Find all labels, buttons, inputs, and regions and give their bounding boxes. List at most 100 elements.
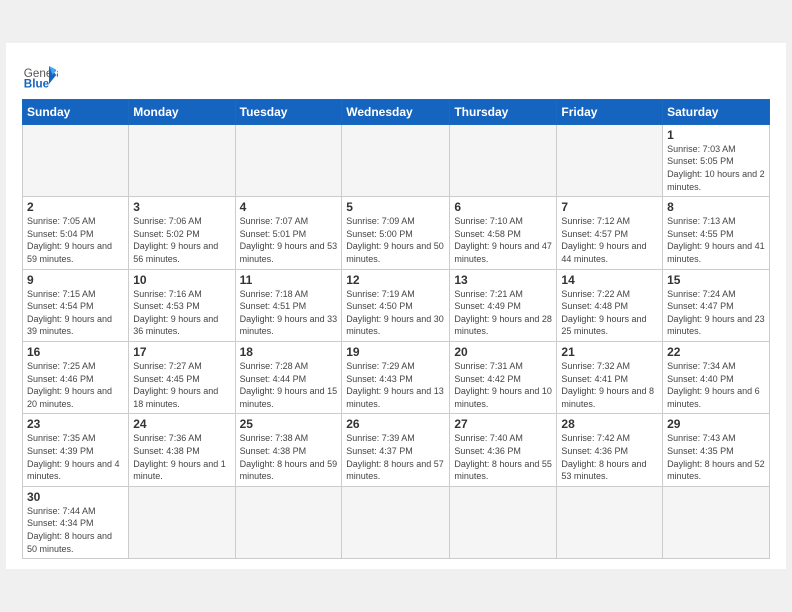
day-info: Sunrise: 7:40 AM Sunset: 4:36 PM Dayligh… xyxy=(454,432,552,482)
weekday-header-row: SundayMondayTuesdayWednesdayThursdayFrid… xyxy=(23,99,770,124)
day-number: 15 xyxy=(667,273,765,287)
day-number: 7 xyxy=(561,200,658,214)
calendar-cell: 16Sunrise: 7:25 AM Sunset: 4:46 PM Dayli… xyxy=(23,342,129,414)
day-info: Sunrise: 7:15 AM Sunset: 4:54 PM Dayligh… xyxy=(27,288,124,338)
day-number: 21 xyxy=(561,345,658,359)
calendar-cell: 23Sunrise: 7:35 AM Sunset: 4:39 PM Dayli… xyxy=(23,414,129,486)
calendar-cell: 1Sunrise: 7:03 AM Sunset: 5:05 PM Daylig… xyxy=(663,124,770,196)
weekday-header-saturday: Saturday xyxy=(663,99,770,124)
weekday-header-monday: Monday xyxy=(129,99,235,124)
calendar-cell: 14Sunrise: 7:22 AM Sunset: 4:48 PM Dayli… xyxy=(557,269,663,341)
day-number: 3 xyxy=(133,200,230,214)
calendar-cell: 20Sunrise: 7:31 AM Sunset: 4:42 PM Dayli… xyxy=(450,342,557,414)
day-number: 25 xyxy=(240,417,338,431)
calendar-cell: 17Sunrise: 7:27 AM Sunset: 4:45 PM Dayli… xyxy=(129,342,235,414)
day-info: Sunrise: 7:21 AM Sunset: 4:49 PM Dayligh… xyxy=(454,288,552,338)
calendar-cell: 26Sunrise: 7:39 AM Sunset: 4:37 PM Dayli… xyxy=(342,414,450,486)
day-info: Sunrise: 7:03 AM Sunset: 5:05 PM Dayligh… xyxy=(667,143,765,193)
day-info: Sunrise: 7:06 AM Sunset: 5:02 PM Dayligh… xyxy=(133,215,230,265)
day-number: 17 xyxy=(133,345,230,359)
day-info: Sunrise: 7:25 AM Sunset: 4:46 PM Dayligh… xyxy=(27,360,124,410)
calendar-page: General Blue SundayMondayTuesdayWednesda… xyxy=(6,43,786,569)
day-info: Sunrise: 7:05 AM Sunset: 5:04 PM Dayligh… xyxy=(27,215,124,265)
calendar-cell xyxy=(557,124,663,196)
logo-icon: General Blue xyxy=(22,57,58,93)
day-number: 19 xyxy=(346,345,445,359)
day-number: 22 xyxy=(667,345,765,359)
calendar-cell: 28Sunrise: 7:42 AM Sunset: 4:36 PM Dayli… xyxy=(557,414,663,486)
day-info: Sunrise: 7:31 AM Sunset: 4:42 PM Dayligh… xyxy=(454,360,552,410)
day-info: Sunrise: 7:42 AM Sunset: 4:36 PM Dayligh… xyxy=(561,432,658,482)
logo: General Blue xyxy=(22,57,64,93)
day-number: 27 xyxy=(454,417,552,431)
calendar-cell: 19Sunrise: 7:29 AM Sunset: 4:43 PM Dayli… xyxy=(342,342,450,414)
calendar-cell xyxy=(663,486,770,558)
day-info: Sunrise: 7:22 AM Sunset: 4:48 PM Dayligh… xyxy=(561,288,658,338)
weekday-header-thursday: Thursday xyxy=(450,99,557,124)
day-number: 12 xyxy=(346,273,445,287)
calendar-cell: 27Sunrise: 7:40 AM Sunset: 4:36 PM Dayli… xyxy=(450,414,557,486)
calendar-cell: 10Sunrise: 7:16 AM Sunset: 4:53 PM Dayli… xyxy=(129,269,235,341)
day-number: 2 xyxy=(27,200,124,214)
calendar-cell xyxy=(342,486,450,558)
day-number: 24 xyxy=(133,417,230,431)
day-info: Sunrise: 7:39 AM Sunset: 4:37 PM Dayligh… xyxy=(346,432,445,482)
weekday-header-wednesday: Wednesday xyxy=(342,99,450,124)
day-number: 26 xyxy=(346,417,445,431)
day-number: 16 xyxy=(27,345,124,359)
calendar-cell: 11Sunrise: 7:18 AM Sunset: 4:51 PM Dayli… xyxy=(235,269,342,341)
day-number: 4 xyxy=(240,200,338,214)
calendar-cell: 8Sunrise: 7:13 AM Sunset: 4:55 PM Daylig… xyxy=(663,197,770,269)
calendar-cell xyxy=(23,124,129,196)
day-number: 8 xyxy=(667,200,765,214)
day-info: Sunrise: 7:07 AM Sunset: 5:01 PM Dayligh… xyxy=(240,215,338,265)
day-info: Sunrise: 7:28 AM Sunset: 4:44 PM Dayligh… xyxy=(240,360,338,410)
day-info: Sunrise: 7:27 AM Sunset: 4:45 PM Dayligh… xyxy=(133,360,230,410)
day-number: 30 xyxy=(27,490,124,504)
calendar-cell: 18Sunrise: 7:28 AM Sunset: 4:44 PM Dayli… xyxy=(235,342,342,414)
calendar-cell: 30Sunrise: 7:44 AM Sunset: 4:34 PM Dayli… xyxy=(23,486,129,558)
day-info: Sunrise: 7:29 AM Sunset: 4:43 PM Dayligh… xyxy=(346,360,445,410)
day-info: Sunrise: 7:35 AM Sunset: 4:39 PM Dayligh… xyxy=(27,432,124,482)
calendar-cell: 6Sunrise: 7:10 AM Sunset: 4:58 PM Daylig… xyxy=(450,197,557,269)
day-info: Sunrise: 7:09 AM Sunset: 5:00 PM Dayligh… xyxy=(346,215,445,265)
day-info: Sunrise: 7:38 AM Sunset: 4:38 PM Dayligh… xyxy=(240,432,338,482)
svg-text:Blue: Blue xyxy=(24,77,50,90)
day-number: 14 xyxy=(561,273,658,287)
day-number: 5 xyxy=(346,200,445,214)
day-info: Sunrise: 7:43 AM Sunset: 4:35 PM Dayligh… xyxy=(667,432,765,482)
calendar-cell: 22Sunrise: 7:34 AM Sunset: 4:40 PM Dayli… xyxy=(663,342,770,414)
day-number: 23 xyxy=(27,417,124,431)
day-info: Sunrise: 7:13 AM Sunset: 4:55 PM Dayligh… xyxy=(667,215,765,265)
day-info: Sunrise: 7:24 AM Sunset: 4:47 PM Dayligh… xyxy=(667,288,765,338)
calendar-cell: 5Sunrise: 7:09 AM Sunset: 5:00 PM Daylig… xyxy=(342,197,450,269)
day-number: 28 xyxy=(561,417,658,431)
day-number: 1 xyxy=(667,128,765,142)
calendar-cell xyxy=(129,486,235,558)
calendar-cell: 3Sunrise: 7:06 AM Sunset: 5:02 PM Daylig… xyxy=(129,197,235,269)
weekday-header-sunday: Sunday xyxy=(23,99,129,124)
calendar-cell xyxy=(450,486,557,558)
day-number: 6 xyxy=(454,200,552,214)
calendar-cell: 9Sunrise: 7:15 AM Sunset: 4:54 PM Daylig… xyxy=(23,269,129,341)
day-info: Sunrise: 7:18 AM Sunset: 4:51 PM Dayligh… xyxy=(240,288,338,338)
calendar-cell xyxy=(129,124,235,196)
day-info: Sunrise: 7:44 AM Sunset: 4:34 PM Dayligh… xyxy=(27,505,124,555)
weekday-header-friday: Friday xyxy=(557,99,663,124)
calendar-cell xyxy=(450,124,557,196)
day-number: 18 xyxy=(240,345,338,359)
calendar-cell: 25Sunrise: 7:38 AM Sunset: 4:38 PM Dayli… xyxy=(235,414,342,486)
calendar-cell xyxy=(342,124,450,196)
day-info: Sunrise: 7:12 AM Sunset: 4:57 PM Dayligh… xyxy=(561,215,658,265)
day-info: Sunrise: 7:19 AM Sunset: 4:50 PM Dayligh… xyxy=(346,288,445,338)
day-info: Sunrise: 7:10 AM Sunset: 4:58 PM Dayligh… xyxy=(454,215,552,265)
calendar-cell: 24Sunrise: 7:36 AM Sunset: 4:38 PM Dayli… xyxy=(129,414,235,486)
calendar-cell xyxy=(235,486,342,558)
calendar-cell: 7Sunrise: 7:12 AM Sunset: 4:57 PM Daylig… xyxy=(557,197,663,269)
calendar-cell: 12Sunrise: 7:19 AM Sunset: 4:50 PM Dayli… xyxy=(342,269,450,341)
calendar-cell xyxy=(557,486,663,558)
day-info: Sunrise: 7:32 AM Sunset: 4:41 PM Dayligh… xyxy=(561,360,658,410)
calendar-cell xyxy=(235,124,342,196)
calendar-cell: 29Sunrise: 7:43 AM Sunset: 4:35 PM Dayli… xyxy=(663,414,770,486)
day-info: Sunrise: 7:34 AM Sunset: 4:40 PM Dayligh… xyxy=(667,360,765,410)
